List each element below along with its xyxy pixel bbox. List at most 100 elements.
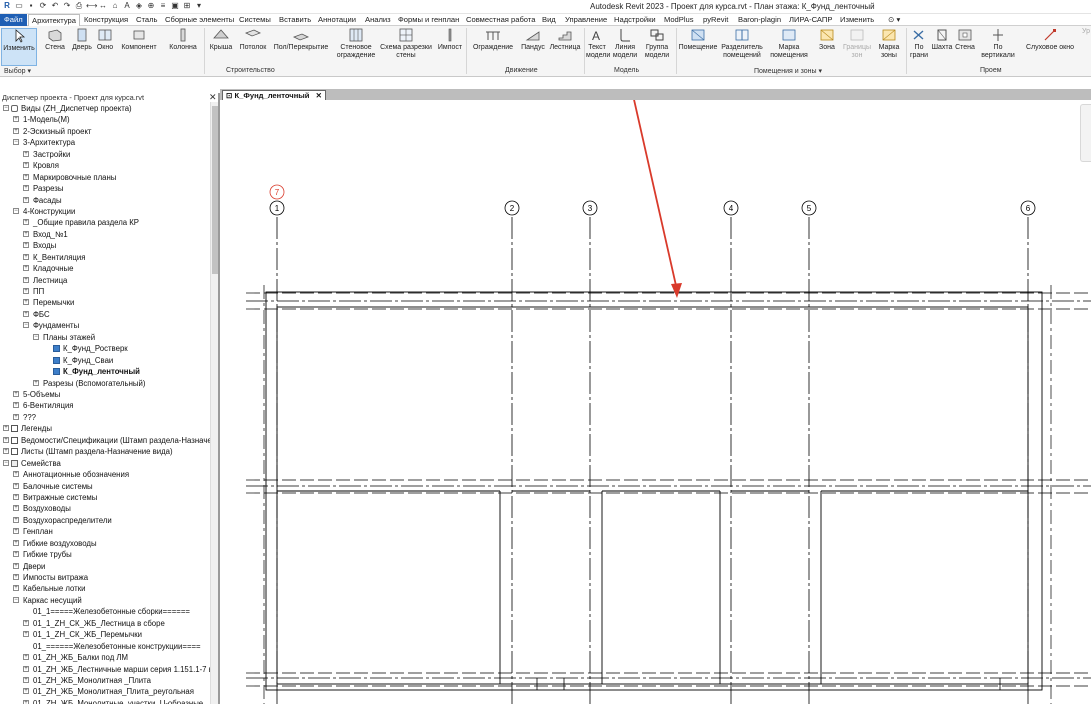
tree-expander-icon[interactable]: + [13,493,19,500]
sync-icon[interactable]: ⟳ [38,1,48,11]
tree-item[interactable]: Кровля [33,160,59,171]
wall-opening-button[interactable]: Стена [954,28,976,52]
door-button[interactable]: Дверь [70,28,94,52]
tree-item[interactable]: 01_1_ZH_СК_ЖБ_Лестница в сборе [33,618,165,629]
tree-item[interactable]: Легенды [21,423,52,434]
tree-expander-icon[interactable]: + [3,425,9,432]
column-button[interactable]: Колонна [166,28,200,52]
tab-annotate[interactable]: Аннотации [318,14,356,26]
tree-item[interactable]: Фундаменты [33,320,79,331]
dimension-icon[interactable]: ↔ [98,1,108,11]
tree-expander-icon[interactable]: + [23,219,29,226]
panel-toggle-icon[interactable]: ⊙ ▾ [888,14,900,26]
window-button[interactable]: Окно [94,28,116,52]
tab-addins[interactable]: Надстройки [614,14,656,26]
room-tag-button[interactable]: Марка помещения [766,28,812,60]
tree-expander-icon[interactable]: + [23,310,29,317]
tree-item[interactable]: К_Вентиляция [33,252,85,263]
area-button[interactable]: Зона [814,28,840,52]
tree-item[interactable]: Кладочные [33,263,73,274]
tree-expander-icon[interactable]: + [13,585,19,592]
group-room-area-label[interactable]: Помещения и зоны ▾ [754,67,822,75]
tab-modify[interactable]: Изменить [840,14,874,26]
by-face-button[interactable]: По грани [908,28,930,60]
3d-view-icon[interactable]: ◈ [134,1,144,11]
tree-item[interactable]: 1-Модель(М) [23,114,70,125]
roof-button[interactable]: Крыша [208,28,234,52]
view-tab-active[interactable]: ⊡ К_Фунд_ленточный ✕ [222,90,326,100]
tree-item[interactable]: Виды (ZH_Диспетчер проекта) [21,103,132,114]
measure-icon[interactable]: ⟷ [86,1,97,11]
tree-expander-icon[interactable]: + [23,242,29,249]
tree-item[interactable]: К_Фунд_Ростверк [63,343,128,354]
tree-item[interactable]: 01_ZH_ЖБ_Балки под ЛМ [33,652,128,663]
tree-item[interactable]: К_Фунд_Сваи [63,355,113,366]
stair-button[interactable]: Лестница [548,28,582,52]
tree-expander-icon[interactable]: + [23,253,29,260]
tree-item[interactable]: Семейства [21,458,61,469]
curtain-system-button[interactable]: Стеновое ограждение [336,28,376,60]
model-group-button[interactable]: Группа модели [642,28,672,60]
tree-item[interactable]: Входы [33,240,56,251]
tree-item[interactable]: 01_ZH_ЖБ_Монолитная _Плита [33,675,151,686]
tree-item[interactable]: ПП [33,286,44,297]
switch-windows-icon[interactable]: ⊞ [182,1,192,11]
tree-item[interactable]: Генплан [23,526,53,537]
tab-architecture[interactable]: Архитектура [28,14,80,26]
dormer-button[interactable]: Слуховое окно [1022,28,1078,52]
vertical-opening-button[interactable]: По вертикали [976,28,1020,60]
wall-button[interactable]: Стена [42,28,68,52]
tab-view[interactable]: Вид [542,14,556,26]
tab-systems[interactable]: Системы [239,14,271,26]
tab-massing-site[interactable]: Формы и генплан [398,14,459,26]
tree-item[interactable]: Гибкие воздуховоды [23,538,97,549]
tree-item[interactable]: Гибкие трубы [23,549,72,560]
tree-expander-icon[interactable]: + [23,299,29,306]
tree-expander-icon[interactable]: + [13,551,19,558]
group-select-label[interactable]: Выбор ▾ [4,67,31,75]
tree-expander-icon[interactable]: − [13,207,19,214]
tree-expander-icon[interactable]: + [23,162,29,169]
tab-lira-sapr[interactable]: ЛИРА-САПР [789,14,832,26]
tree-item[interactable]: 01_1_ZH_СК_ЖБ_Перемычки [33,629,142,640]
tree-expander-icon[interactable]: + [13,539,19,546]
tab-insert[interactable]: Вставить [279,14,311,26]
print-icon[interactable]: ⎙ [74,1,84,11]
tree-expander-icon[interactable]: + [13,482,19,489]
area-tag-button[interactable]: Марка зоны [874,28,904,60]
save-icon[interactable]: ▪ [26,1,36,11]
tree-expander-icon[interactable]: − [13,139,19,146]
tab-modplus[interactable]: ModPlus [664,14,694,26]
tree-expander-icon[interactable]: + [13,402,19,409]
tree-item[interactable]: Двери [23,561,45,572]
mullion-button[interactable]: Импост [436,28,464,52]
tree-expander-icon[interactable]: + [23,265,29,272]
shaft-button[interactable]: Шахта [930,28,954,52]
close-view-icon[interactable]: ✕ [316,91,322,100]
tree-item[interactable]: Воздуховоды [23,503,71,514]
tree-expander-icon[interactable]: + [33,379,39,386]
tree-item[interactable]: Балочные системы [23,481,93,492]
tree-item[interactable]: 01_ZH_ЖБ_Монолитная_Плита_реугольная [33,686,194,697]
tree-item[interactable]: ??? [23,412,36,423]
tree-item[interactable]: Застройки [33,149,70,160]
revit-logo-icon[interactable]: R [2,1,12,11]
tree-expander-icon[interactable]: + [23,196,29,203]
tree-item[interactable]: Воздухораспределители [23,515,112,526]
tree-expander-icon[interactable]: + [23,677,29,683]
tree-item[interactable]: Разрезы (Вспомогательный) [43,378,145,389]
tree-expander-icon[interactable]: + [23,150,29,157]
tree-expander-icon[interactable]: + [23,665,29,672]
tree-item[interactable]: Маркировочные планы [33,172,116,183]
tree-item[interactable]: Листы (Штамп раздела-Назначение вида) [21,446,173,457]
tree-expander-icon[interactable]: + [13,528,19,535]
tree-item[interactable]: Разрезы [33,183,63,194]
tree-item[interactable]: 01_ZH_ЖБ_Монолитные_участки_U-образные [33,698,203,704]
tree-item[interactable]: ФБС [33,309,50,320]
level-button[interactable]: Ур [1080,28,1091,36]
section-icon[interactable]: ⊕ [146,1,156,11]
tab-collaborate[interactable]: Совместная работа [466,14,535,26]
customize-qat-icon[interactable]: ▾ [194,1,204,11]
tree-expander-icon[interactable]: + [23,230,29,237]
tree-expander-icon[interactable]: + [13,471,19,478]
